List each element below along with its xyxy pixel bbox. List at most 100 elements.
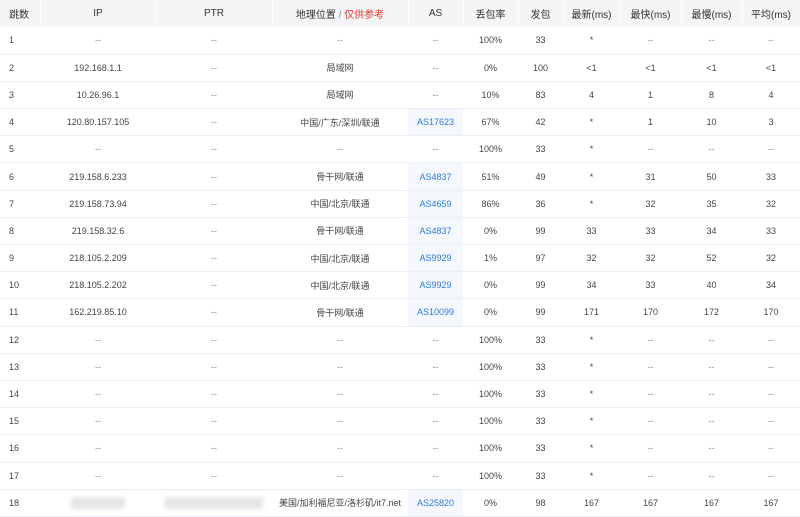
worst-latency-cell: 172	[681, 298, 742, 327]
column-header-avg[interactable]: 平均(ms)	[742, 0, 800, 27]
location-header-label: 地理位置	[295, 10, 336, 21]
ip-cell: --	[40, 380, 156, 409]
avg-latency-cell: 32	[742, 244, 800, 273]
ip-cell: 162.219.85.10	[40, 298, 156, 327]
as-cell: --	[408, 27, 463, 55]
column-header-loss[interactable]: 丢包率	[463, 0, 519, 27]
as-cell: --	[408, 407, 463, 436]
last-latency-cell: 171	[563, 298, 620, 327]
location-cell: 骨干网/联通	[272, 162, 408, 191]
ptr-cell: --	[156, 434, 272, 463]
loss-cell: 100%	[463, 462, 518, 490]
avg-latency-cell: --	[742, 135, 800, 164]
ptr-cell: --	[156, 81, 272, 110]
avg-latency-cell: --	[742, 27, 800, 55]
table-row: 1 -- -- -- -- 100% 33 * -- -- --	[0, 27, 800, 55]
avg-latency-cell: 4	[742, 81, 800, 110]
last-latency-cell: *	[563, 190, 620, 218]
hop-cell: 5	[0, 135, 40, 164]
best-latency-cell: 31	[620, 162, 681, 191]
hop-cell: 1	[0, 27, 40, 55]
location-cell: --	[272, 462, 408, 490]
as-cell[interactable]: AS10099	[408, 298, 463, 327]
worst-latency-cell: 167	[681, 489, 742, 517]
table-row: 17 -- -- -- -- 100% 33 * -- -- --	[0, 462, 800, 490]
redacted-ip	[71, 496, 125, 509]
column-header-best[interactable]: 最快(ms)	[620, 0, 682, 27]
avg-latency-cell: 33	[742, 217, 800, 246]
ptr-cell: --	[156, 217, 272, 246]
location-cell: 骨干网/联通	[272, 298, 408, 327]
as-cell[interactable]: AS25820	[408, 489, 463, 517]
worst-latency-cell: 34	[681, 217, 742, 246]
column-header-last[interactable]: 最新(ms)	[563, 0, 621, 27]
avg-latency-cell: 170	[742, 298, 800, 327]
column-header-worst[interactable]: 最慢(ms)	[681, 0, 743, 27]
worst-latency-cell: --	[681, 326, 742, 354]
as-cell[interactable]: AS9929	[408, 271, 463, 300]
sent-cell: 99	[518, 217, 563, 246]
traceroute-rows: 1 -- -- -- -- 100% 33 * -- -- -- 2 192.168.1.1 -- 局域网 -…	[0, 27, 800, 517]
sent-cell: 100	[518, 54, 563, 82]
table-row: 7 219.158.73.94 -- 中国/北京/联通 AS4659 86% 36 * 32 35…	[0, 190, 800, 218]
ptr-cell: --	[156, 135, 272, 164]
ptr-cell: --	[156, 353, 272, 381]
location-cell: --	[272, 326, 408, 354]
loss-cell: 67%	[463, 108, 518, 137]
best-latency-cell: 33	[620, 217, 681, 246]
avg-latency-cell: --	[742, 462, 800, 490]
best-latency-cell: --	[620, 27, 681, 55]
location-cell: --	[272, 353, 408, 381]
ip-cell: --	[40, 434, 156, 463]
as-cell[interactable]: AS4659	[408, 190, 463, 218]
sent-cell: 99	[518, 298, 563, 327]
best-latency-cell: 32	[620, 244, 681, 273]
sent-cell: 99	[518, 271, 563, 300]
table-row: 6 219.158.6.233 -- 骨干网/联通 AS4837 51% 49 * 31 50 33	[0, 162, 800, 191]
avg-latency-cell: 167	[742, 489, 800, 517]
as-cell[interactable]: AS4837	[408, 217, 463, 246]
table-row: 15 -- -- -- -- 100% 33 * -- -- --	[0, 407, 800, 436]
ptr-cell: --	[156, 162, 272, 191]
ip-cell: 219.158.6.233	[40, 162, 156, 191]
hop-cell: 4	[0, 108, 40, 137]
last-latency-cell: *	[563, 326, 620, 354]
column-header-location[interactable]: 地理位置 / 仅供参考	[272, 0, 409, 27]
ptr-cell: --	[156, 54, 272, 82]
ip-cell: 10.26.96.1	[40, 81, 156, 110]
ip-cell: 218.105.2.202	[40, 271, 156, 300]
as-cell[interactable]: AS17623	[408, 108, 463, 137]
column-header-as[interactable]: AS	[408, 0, 464, 27]
hop-cell: 7	[0, 190, 40, 218]
loss-cell: 100%	[463, 434, 518, 463]
loss-cell: 100%	[463, 27, 518, 55]
ip-cell	[40, 489, 156, 517]
as-cell[interactable]: AS9929	[408, 244, 463, 273]
column-header-ptr[interactable]: PTR	[156, 0, 273, 27]
column-header-sent[interactable]: 发包	[518, 0, 564, 27]
hop-cell: 12	[0, 326, 40, 354]
last-latency-cell: *	[563, 353, 620, 381]
column-header-ip[interactable]: IP	[40, 0, 157, 27]
hop-cell: 9	[0, 244, 40, 273]
hop-cell: 6	[0, 162, 40, 191]
ip-cell: --	[40, 326, 156, 354]
sent-cell: 33	[518, 27, 563, 55]
as-cell[interactable]: AS4837	[408, 162, 463, 191]
loss-cell: 0%	[463, 217, 518, 246]
worst-latency-cell: 8	[681, 81, 742, 110]
sent-cell: 33	[518, 135, 563, 164]
best-latency-cell: <1	[620, 54, 681, 82]
ptr-cell: --	[156, 190, 272, 218]
ip-cell: 218.105.2.209	[40, 244, 156, 273]
table-row: 9 218.105.2.209 -- 中国/北京/联通 AS9929 1% 97 32 32 52…	[0, 244, 800, 273]
sent-cell: 33	[518, 353, 563, 381]
best-latency-cell: --	[620, 462, 681, 490]
location-reference-note: 仅供参考	[344, 10, 385, 21]
column-header-hop[interactable]: 跳数	[0, 0, 41, 27]
sent-cell: 33	[518, 407, 563, 436]
hop-cell: 14	[0, 380, 40, 409]
best-latency-cell: --	[620, 135, 681, 164]
last-latency-cell: *	[563, 135, 620, 164]
ip-cell: 120.80.157.105	[40, 108, 156, 137]
